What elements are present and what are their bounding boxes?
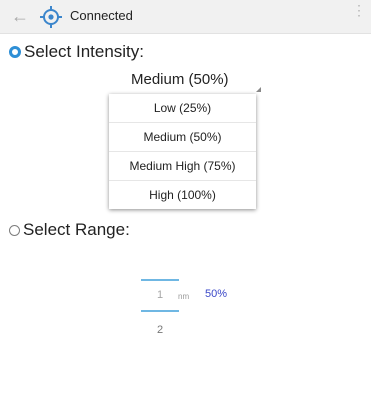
dropdown-option-high[interactable]: High (100%)	[109, 181, 256, 209]
spinner-dropdown-arrow-icon	[256, 87, 261, 92]
range-unit-label: nm	[178, 292, 190, 301]
dropdown-option-low[interactable]: Low (25%)	[109, 94, 256, 123]
intensity-dropdown-menu: Low (25%) Medium (50%) Medium High (75%)…	[109, 94, 256, 209]
range-percent-value: 50%	[205, 288, 228, 300]
range-picker-next-value[interactable]: 2	[152, 324, 168, 336]
picker-top-divider	[141, 279, 179, 281]
range-label: Select Range:	[23, 220, 130, 239]
more-vert-icon[interactable]: ⋮	[352, 3, 366, 25]
range-radio-button[interactable]	[9, 224, 20, 236]
dropdown-option-medium-high[interactable]: Medium High (75%)	[109, 152, 256, 181]
intensity-radio-button[interactable]	[9, 46, 21, 58]
back-arrow-icon[interactable]: ←	[10, 7, 30, 27]
dropdown-option-medium[interactable]: Medium (50%)	[109, 123, 256, 152]
range-radio-row[interactable]: Select Range:	[9, 220, 130, 240]
crosshair-target-icon	[40, 6, 62, 28]
intensity-radio-row[interactable]: Select Intensity:	[9, 42, 144, 62]
app-bar: ← Connected ⋮	[0, 0, 371, 34]
intensity-spinner[interactable]: Medium (50%)	[131, 71, 229, 88]
range-picker-current-value[interactable]: 1	[152, 289, 168, 301]
intensity-label: Select Intensity:	[24, 42, 145, 61]
picker-bottom-divider	[141, 310, 179, 312]
app-title: Connected	[70, 8, 133, 23]
